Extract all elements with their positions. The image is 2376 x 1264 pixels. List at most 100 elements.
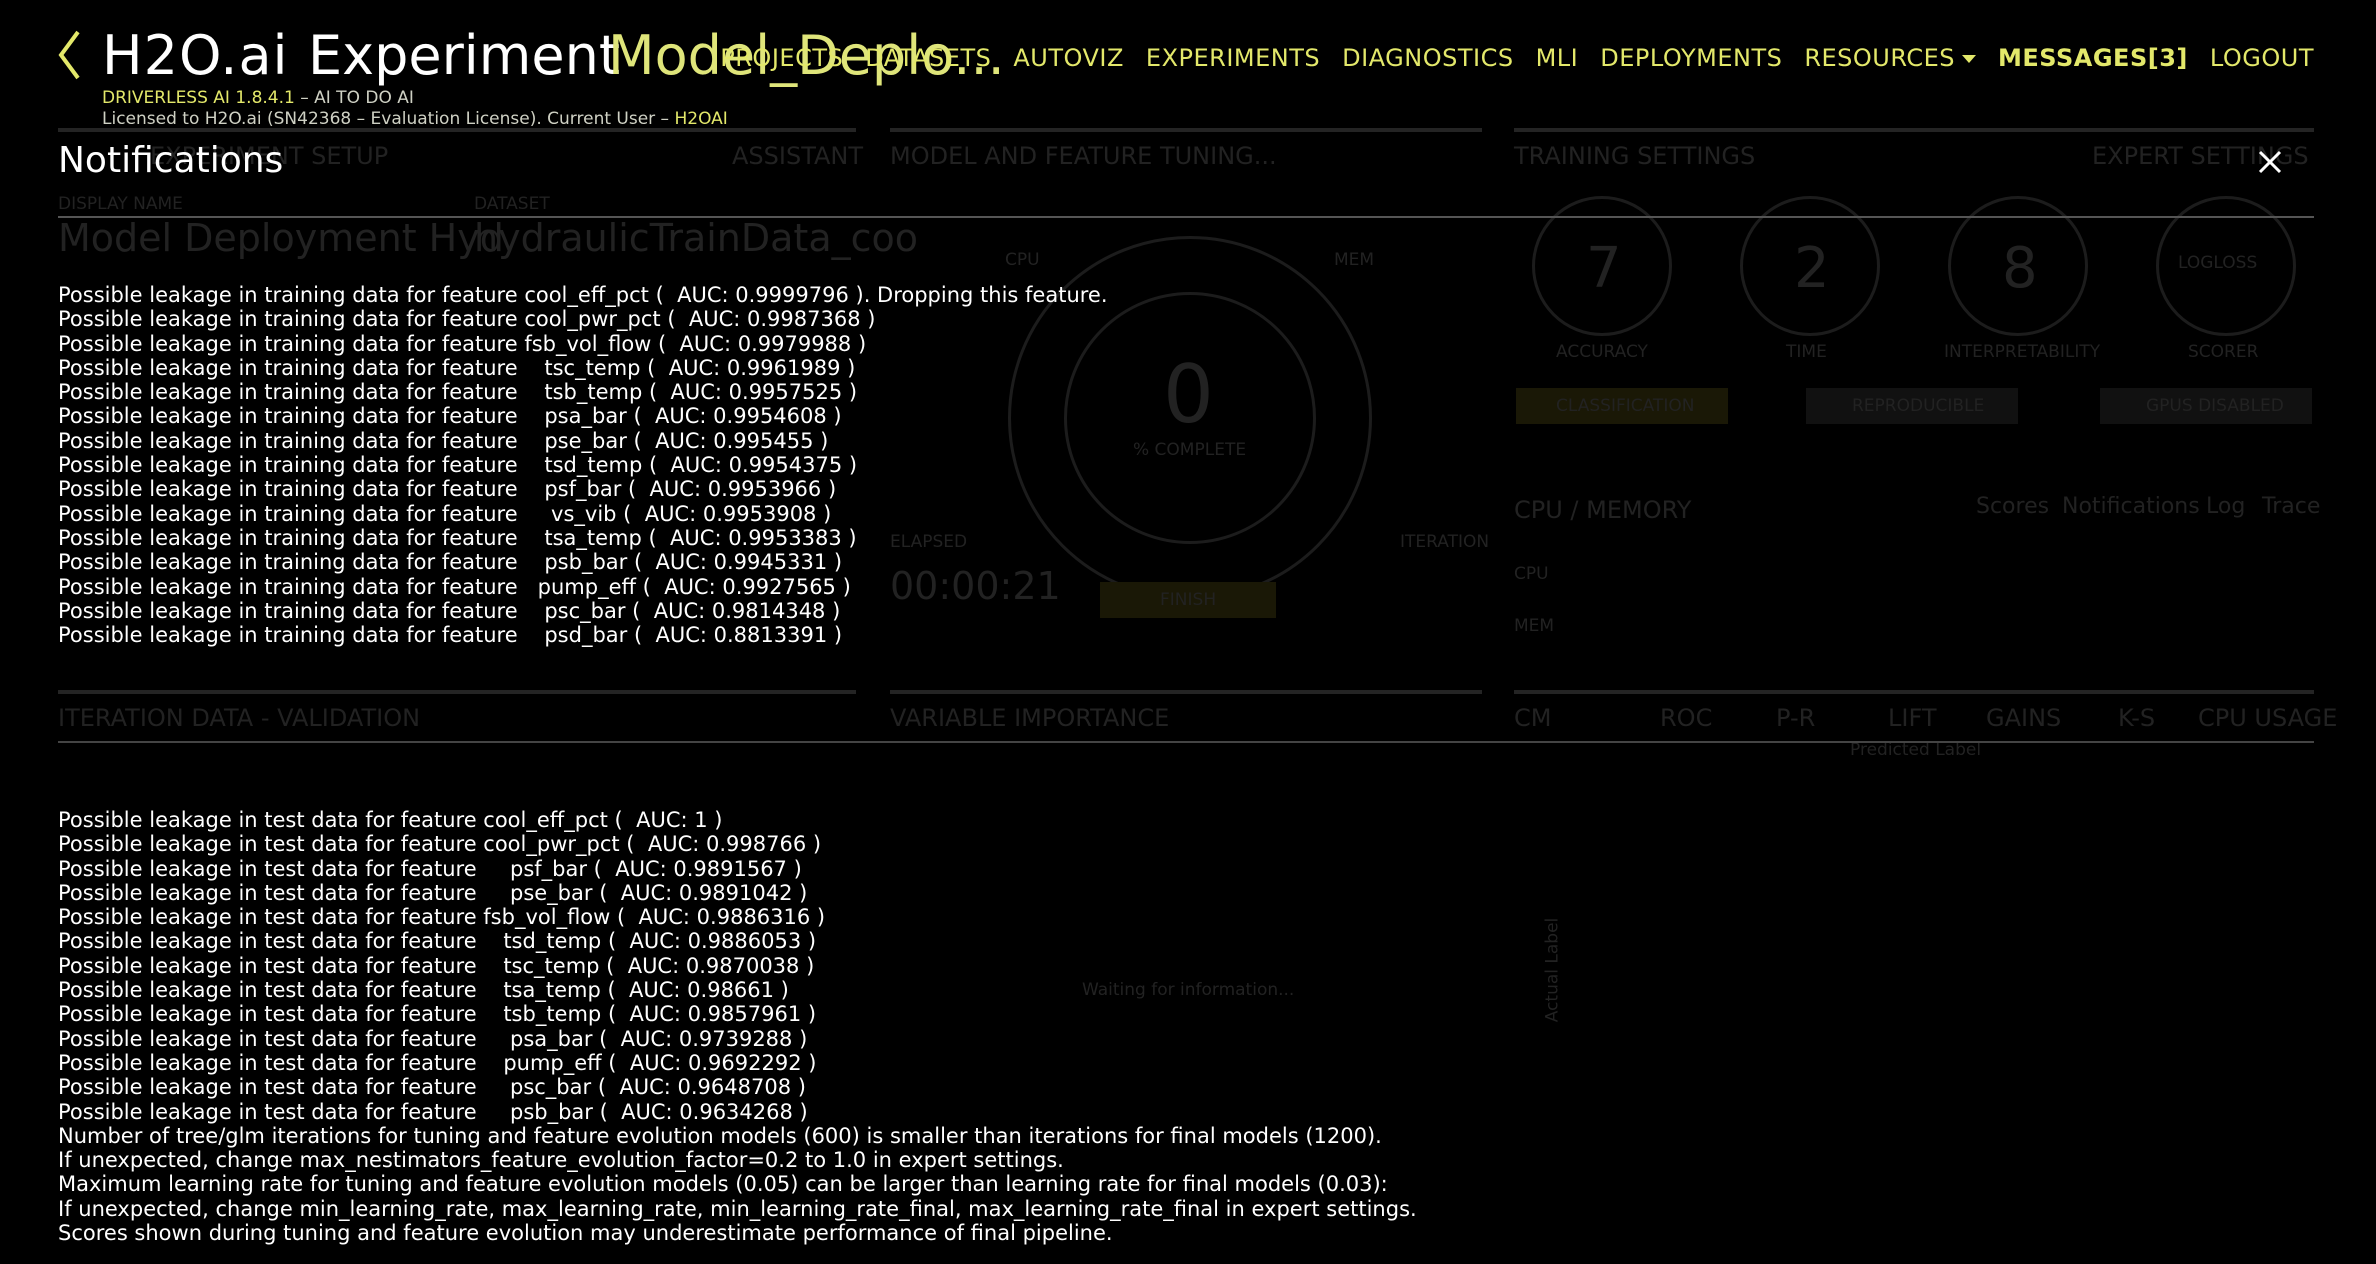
tuning-title: MODEL AND FEATURE TUNING... — [890, 142, 1277, 170]
nav-resources-label: RESOURCES — [1804, 44, 1956, 72]
nav-mli[interactable]: MLI — [1536, 44, 1579, 72]
license-line: Licensed to H2O.ai (SN42368 – Evaluation… — [102, 109, 728, 129]
interpretability-value: 8 — [2002, 236, 2038, 301]
notification-message: Possible leakage in test data for featur… — [58, 1050, 817, 1075]
notification-message: Possible leakage in test data for featur… — [58, 1075, 806, 1100]
notification-message: Possible leakage in test data for featur… — [58, 880, 808, 905]
accuracy-value: 7 — [1586, 236, 1622, 301]
close-icon[interactable] — [2252, 144, 2288, 180]
notification-message: Maximum learning rate for tuning and fea… — [58, 1172, 1388, 1197]
notification-message: Possible leakage in test data for featur… — [58, 832, 822, 857]
chevron-left-icon[interactable] — [56, 28, 82, 86]
tab-pr[interactable]: P-R — [1776, 704, 1815, 732]
nav-messages[interactable]: MESSAGES[3] — [1998, 44, 2188, 72]
nav-deployments[interactable]: DEPLOYMENTS — [1600, 44, 1782, 72]
notification-message: Possible leakage in training data for fe… — [58, 550, 843, 575]
gauge-value: 0 — [1163, 348, 1214, 441]
variable-importance-title: VARIABLE IMPORTANCE — [890, 704, 1170, 732]
version-label: DRIVERLESS AI 1.8.4.1 — [102, 88, 295, 108]
display-name-value[interactable]: Model Deployment Hyd — [58, 216, 504, 260]
notification-message: Possible leakage in training data for fe… — [58, 501, 832, 526]
notification-message: Possible leakage in training data for fe… — [58, 574, 851, 599]
notification-message: Possible leakage in test data for featur… — [58, 905, 826, 930]
notifications-divider — [58, 216, 2314, 218]
cpu-row-label: CPU — [1514, 564, 1549, 584]
time-label: TIME — [1786, 342, 1827, 362]
dataset-label: DATASET — [474, 194, 550, 214]
tab-roc[interactable]: ROC — [1660, 704, 1712, 732]
nav-datasets[interactable]: DATASETS — [865, 44, 991, 72]
notification-message: Possible leakage in test data for featur… — [58, 1026, 808, 1051]
tab-lift[interactable]: LIFT — [1888, 704, 1937, 732]
accuracy-label: ACCURACY — [1556, 342, 1648, 362]
notification-message: Possible leakage in training data for fe… — [58, 477, 837, 502]
notification-message: If unexpected, change max_nestimators_fe… — [58, 1148, 1064, 1173]
notification-message: Possible leakage in training data for fe… — [58, 428, 829, 453]
display-name-label: DISPLAY NAME — [58, 194, 183, 214]
iteration-label: ITERATION — [1400, 532, 1490, 552]
notifications-title: Notifications — [58, 140, 284, 181]
notification-message: Possible leakage in test data for featur… — [58, 856, 802, 881]
section-divider — [58, 741, 2314, 743]
panel-rule — [58, 690, 856, 694]
tab-scores[interactable]: Scores — [1976, 494, 2049, 519]
notification-message: Possible leakage in training data for fe… — [58, 453, 858, 478]
experiment-word: Experiment — [308, 24, 621, 87]
actual-label-axis: Actual Label — [1542, 917, 1563, 1023]
tab-gains[interactable]: GAINS — [1986, 704, 2061, 732]
nav-resources[interactable]: RESOURCES — [1804, 44, 1977, 72]
mem-gauge-label: MEM — [1334, 250, 1375, 270]
nav-diagnostics[interactable]: DIAGNOSTICS — [1342, 44, 1513, 72]
iteration-data-title: ITERATION DATA - VALIDATION — [58, 704, 421, 732]
notification-message: Possible leakage in test data for featur… — [58, 808, 723, 832]
notification-message: Possible leakage in test data for featur… — [58, 929, 817, 954]
current-user: H2OAI — [674, 109, 728, 129]
tab-trace[interactable]: Trace — [2262, 494, 2320, 519]
predicted-label-axis: Predicted Label — [1850, 740, 1982, 760]
nav-logout[interactable]: LOGOUT — [2210, 44, 2314, 72]
panel-rule — [1514, 690, 2314, 694]
time-value: 2 — [1794, 236, 1830, 301]
nav-autoviz[interactable]: AUTOVIZ — [1013, 44, 1124, 72]
license-text: Licensed to H2O.ai (SN42368 – Evaluation… — [102, 109, 675, 129]
tab-cpu-usage[interactable]: CPU USAGE — [2198, 704, 2337, 732]
notification-message: Possible leakage in test data for featur… — [58, 1002, 817, 1027]
notification-message: Scores shown during tuning and feature e… — [58, 1221, 1113, 1246]
notification-message: Possible leakage in test data for featur… — [58, 1099, 808, 1124]
brand-logo-text[interactable]: H2O.ai — [102, 24, 289, 87]
caret-down-icon — [1962, 55, 1977, 63]
interpretability-label: INTERPRETABILITY — [1944, 342, 2101, 362]
cpu-gauge-label: CPU — [1005, 250, 1040, 270]
notification-message: Possible leakage in training data for fe… — [58, 404, 842, 429]
notification-message: Possible leakage in training data for fe… — [58, 380, 858, 405]
dataset-value[interactable]: hydraulicTrainData_coo — [474, 216, 918, 260]
notification-message: Possible leakage in training data for fe… — [58, 598, 841, 623]
version-line: DRIVERLESS AI 1.8.4.1 – AI TO DO AI — [102, 88, 414, 108]
cpu-memory-title: CPU / MEMORY — [1514, 496, 1692, 524]
main-nav: PROJECTS DATASETS AUTOVIZ EXPERIMENTS DI… — [720, 44, 2314, 72]
training-messages-list: Possible leakage in training data for fe… — [58, 283, 1108, 647]
finish-label: FINISH — [1160, 590, 1217, 610]
version-tagline: – AI TO DO AI — [294, 88, 414, 108]
notification-message: Possible leakage in test data for featur… — [58, 978, 789, 1003]
notification-message: Possible leakage in training data for fe… — [58, 355, 856, 380]
notification-message: Possible leakage in training data for fe… — [58, 525, 857, 550]
notification-message: Possible leakage in training data for fe… — [58, 283, 1108, 307]
tab-ks[interactable]: K-S — [2118, 704, 2155, 732]
notification-message: Possible leakage in test data for featur… — [58, 953, 815, 978]
tab-notifications[interactable]: Notifications — [2062, 494, 2200, 519]
assistant-link[interactable]: ASSISTANT — [732, 142, 863, 170]
notification-message: Possible leakage in training data for fe… — [58, 307, 876, 332]
notification-message: Number of tree/glm iterations for tuning… — [58, 1123, 1382, 1148]
mem-row-label: MEM — [1514, 616, 1555, 636]
gpus-label: GPUS DISABLED — [2146, 396, 2284, 416]
top-bar: H2O.ai Experiment Model_Deplo... DRIVERL… — [0, 0, 2376, 130]
test-messages-list: Possible leakage in test data for featur… — [58, 808, 1417, 1245]
classification-label: CLASSIFICATION — [1556, 396, 1695, 416]
nav-projects[interactable]: PROJECTS — [720, 44, 843, 72]
tab-cm[interactable]: CM — [1514, 704, 1551, 732]
notification-message: If unexpected, change min_learning_rate,… — [58, 1196, 1417, 1221]
tab-log[interactable]: Log — [2206, 494, 2245, 519]
nav-experiments[interactable]: EXPERIMENTS — [1146, 44, 1320, 72]
panel-rule — [890, 690, 1482, 694]
